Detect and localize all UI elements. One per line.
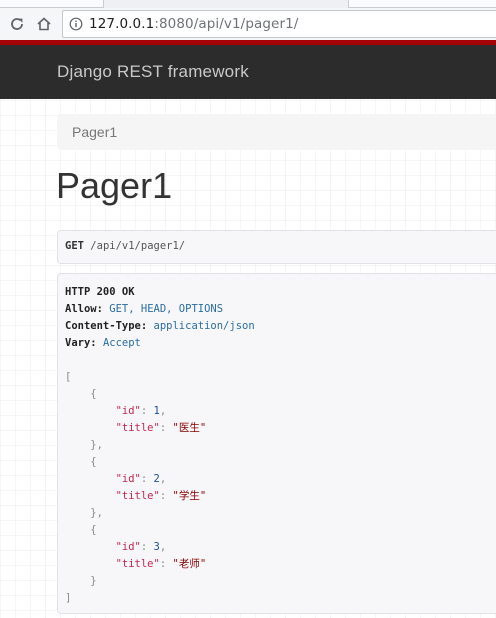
json-row: "id": 1, (115, 405, 167, 417)
breadcrumb-item-pager1[interactable]: Pager1 (72, 124, 117, 140)
reload-button[interactable] (7, 14, 27, 34)
json-close-brace: }, (65, 439, 103, 451)
header-key: Allow (65, 303, 97, 315)
json-string: "学生" (172, 490, 207, 502)
json-row: "id": 2, (115, 473, 167, 485)
header-value: Accept (102, 337, 141, 349)
breadcrumb: Pager1 (57, 114, 496, 150)
json-key: "title" (115, 422, 160, 434)
info-icon[interactable] (69, 17, 83, 31)
json-string: "医生" (172, 422, 207, 434)
header-value: application/json (153, 320, 255, 332)
json-row: "id": 3, (115, 541, 167, 553)
header-key: Content-Type (65, 320, 141, 332)
browser-toolbar: 127.0.0.1:8080/api/v1/pager1/ (0, 8, 496, 40)
json-key: "id" (115, 541, 141, 553)
json-key: "id" (115, 473, 141, 485)
json-key: "title" (115, 490, 160, 502)
request-method: GET (65, 240, 84, 252)
json-open-brace: { (65, 388, 97, 400)
response-info: HTTP 200 OK Allow: GET, HEAD, OPTIONS Co… (57, 273, 496, 614)
url-host: 127.0.0.1 (89, 16, 155, 32)
address-bar[interactable]: 127.0.0.1:8080/api/v1/pager1/ (62, 10, 496, 38)
json-key: "title" (115, 558, 160, 570)
json-open-brace: { (65, 524, 97, 536)
request-path: /api/v1/pager1/ (90, 240, 186, 252)
home-icon (37, 17, 51, 31)
json-string: "老师" (172, 558, 207, 570)
reload-icon (11, 18, 23, 30)
json-close-bracket: ] (65, 592, 72, 604)
json-row: "title": "老师" (115, 558, 207, 570)
navbar-brand[interactable]: Django REST framework (57, 62, 249, 82)
json-open-brace: { (65, 456, 97, 468)
status-line: HTTP 200 OK (65, 286, 135, 298)
json-close-brace: }, (65, 507, 103, 519)
page-content: Django REST framework Pager1 Pager1 GET … (0, 40, 496, 618)
header-line: Allow: GET, HEAD, OPTIONS (65, 303, 224, 315)
navbar: Django REST framework (0, 40, 496, 99)
json-open-bracket: [ (65, 371, 72, 383)
json-row: "title": "医生" (115, 422, 207, 434)
header-line: Vary: Accept (65, 337, 141, 349)
page-title: Pager1 (56, 165, 173, 206)
url-text[interactable]: 127.0.0.1:8080/api/v1/pager1/ (89, 16, 298, 32)
browser-tab[interactable] (348, 0, 496, 8)
browser-tab-strip (0, 0, 496, 8)
json-close-brace: } (65, 575, 97, 587)
json-key: "id" (115, 405, 141, 417)
header-key: Vary (65, 337, 91, 349)
header-line: Content-Type: application/json (65, 320, 255, 332)
url-path: :8080/api/v1/pager1/ (154, 16, 299, 32)
header-value: GET, HEAD, OPTIONS (109, 303, 224, 315)
json-row: "title": "学生" (115, 490, 207, 502)
browser-tab[interactable] (0, 0, 104, 8)
request-info: GET /api/v1/pager1/ (57, 230, 496, 264)
home-button[interactable] (34, 14, 54, 34)
